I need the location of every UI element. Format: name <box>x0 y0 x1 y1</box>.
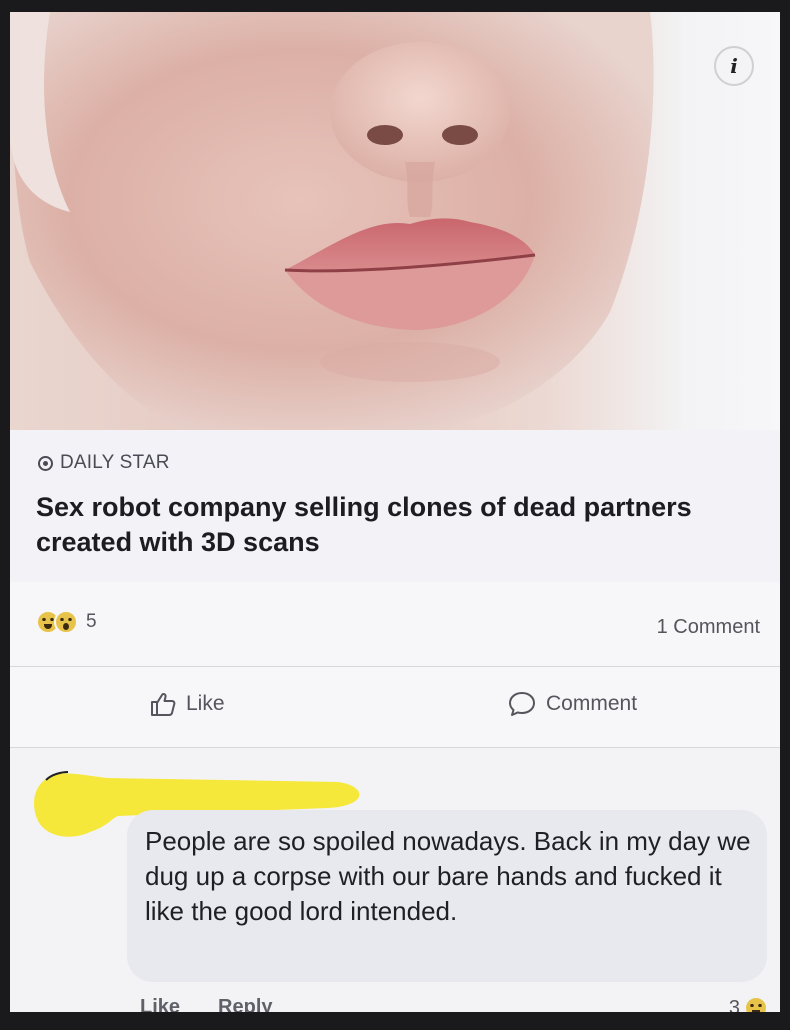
info-icon[interactable]: i <box>714 46 754 86</box>
face-closeup-image <box>10 12 654 430</box>
comment-reactions[interactable]: 3 <box>729 996 768 1012</box>
comment-label: Comment <box>546 692 638 715</box>
reactions-summary: 5 1 Comment <box>10 582 780 667</box>
speech-bubble-icon <box>509 692 535 716</box>
comment-count-link[interactable]: 1 Comment <box>657 616 760 639</box>
thumbs-up-icon <box>151 692 176 716</box>
reaction-icons[interactable]: 5 <box>36 610 97 634</box>
comment-actions: Like Reply <box>140 996 273 1012</box>
reaction-count: 5 <box>86 611 97 632</box>
facebook-post-card: i DAILY STAR Sex robot company selling c… <box>10 12 780 1012</box>
comment-text: People are so spoiled nowadays. Back in … <box>145 826 751 926</box>
wow-icon <box>54 610 78 634</box>
comment-reply-link[interactable]: Reply <box>218 996 272 1012</box>
link-caption[interactable]: DAILY STAR Sex robot company selling clo… <box>10 430 780 582</box>
comment-section: People are so spoiled nowadays. Back in … <box>10 748 780 1012</box>
like-button[interactable]: Like <box>150 691 225 717</box>
comment-button[interactable]: Comment <box>508 691 637 717</box>
comment-bubble[interactable]: People are so spoiled nowadays. Back in … <box>127 810 767 982</box>
like-label: Like <box>186 692 225 715</box>
source-name: DAILY STAR <box>60 452 170 473</box>
comment-like-link[interactable]: Like <box>140 996 180 1012</box>
article-photo[interactable]: i <box>10 12 780 430</box>
action-bar: Like Comment <box>10 667 780 748</box>
haha-icon <box>744 996 768 1012</box>
article-headline[interactable]: Sex robot company selling clones of dead… <box>36 490 756 560</box>
comment-reaction-count: 3 <box>728 996 740 1013</box>
article-source: DAILY STAR <box>38 452 170 474</box>
globe-icon <box>38 455 53 471</box>
